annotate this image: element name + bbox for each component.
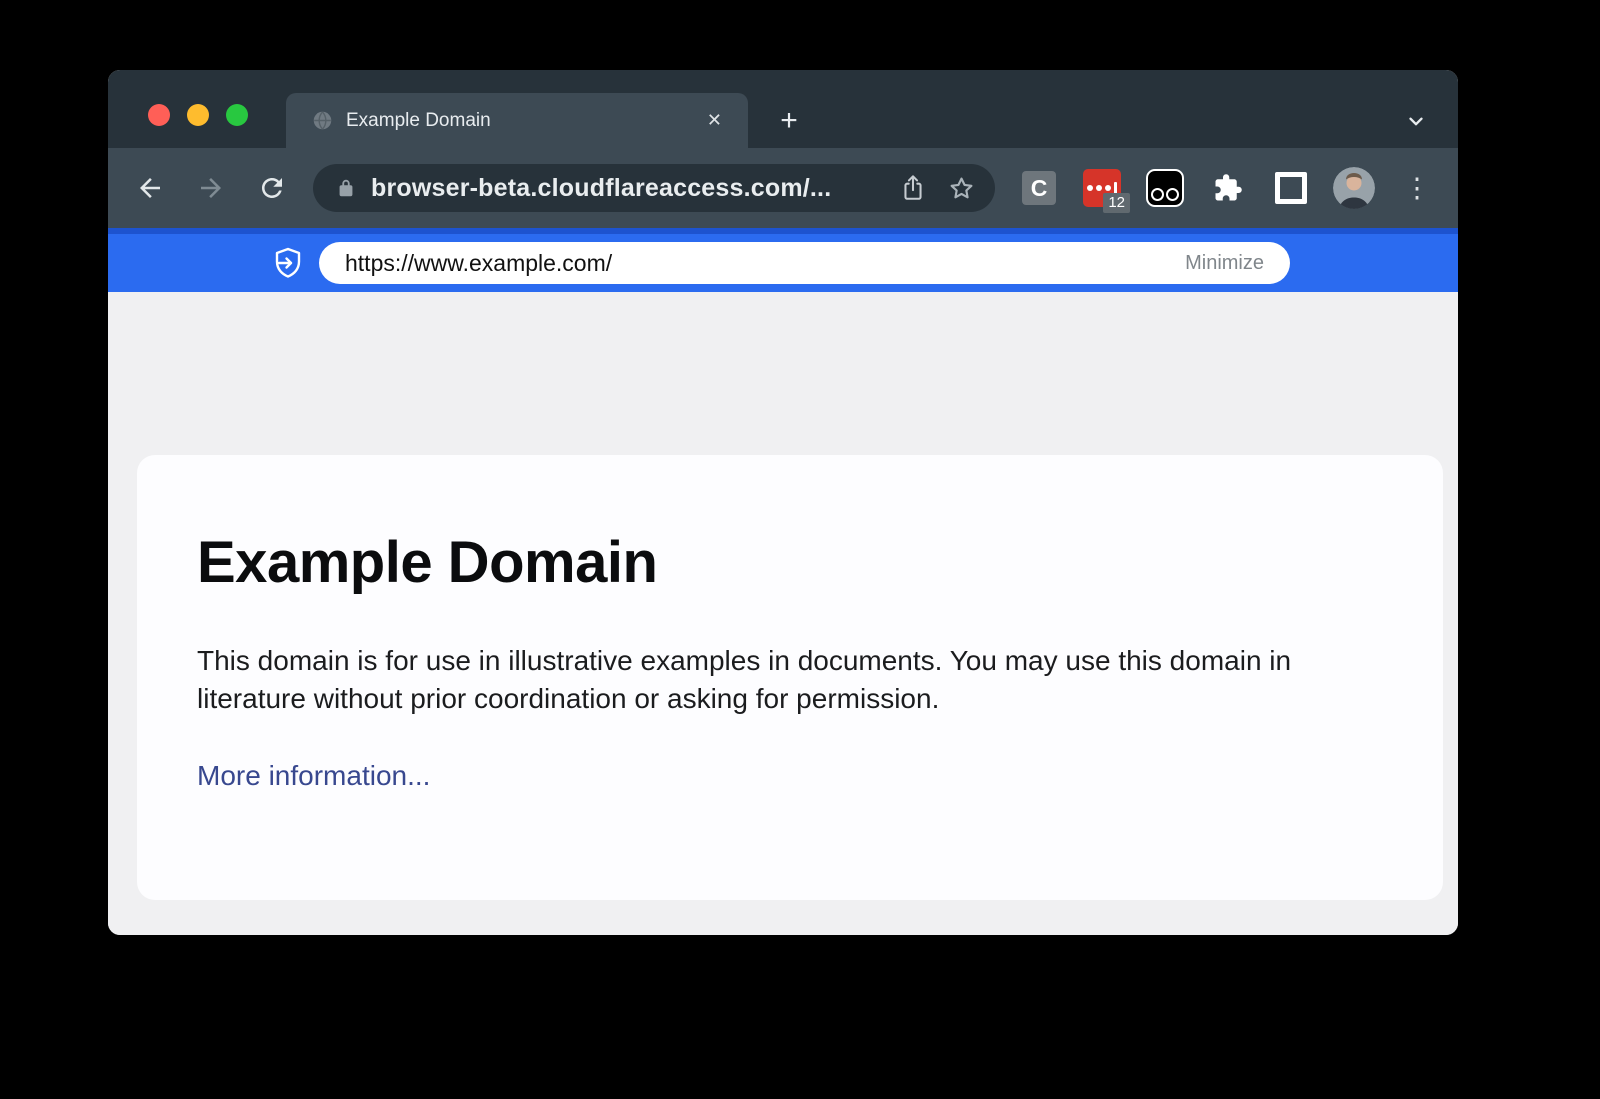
browser-menu-icon[interactable]: ⋮ — [1395, 166, 1439, 210]
browser-toolbar: browser-beta.cloudflareaccess.com/... C … — [108, 148, 1458, 228]
browser-window: Example Domain ✕ + browser-beta.cloudfla… — [108, 70, 1458, 935]
extension-binoculars-icon[interactable] — [1143, 166, 1187, 210]
profile-avatar[interactable] — [1332, 166, 1376, 210]
extension-badge-count: 12 — [1103, 193, 1130, 213]
page-title: Example Domain — [197, 529, 1353, 596]
zoom-window-button[interactable] — [226, 104, 248, 126]
tab-close-icon[interactable]: ✕ — [703, 106, 726, 135]
extensions-row: C 12 — [1017, 166, 1439, 210]
extension-c-icon[interactable]: C — [1017, 166, 1061, 210]
isolated-address-field[interactable]: Minimize — [319, 242, 1290, 284]
address-bar[interactable]: browser-beta.cloudflareaccess.com/... — [313, 164, 995, 212]
isolated-url-input[interactable] — [345, 250, 1181, 277]
extension-lastpass-icon[interactable]: 12 — [1080, 166, 1124, 210]
isolation-url-bar: Minimize — [108, 228, 1458, 292]
extensions-puzzle-icon[interactable] — [1206, 166, 1250, 210]
close-window-button[interactable] — [148, 104, 170, 126]
back-icon[interactable] — [128, 166, 172, 210]
address-bar-url[interactable]: browser-beta.cloudflareaccess.com/... — [371, 174, 878, 203]
shield-arrow-icon — [274, 247, 302, 279]
tab-example-domain[interactable]: Example Domain ✕ — [286, 93, 748, 148]
lock-icon[interactable] — [335, 177, 357, 199]
tab-strip: Example Domain ✕ + — [108, 70, 1458, 148]
side-panel-icon[interactable] — [1269, 166, 1313, 210]
page-viewport: Example Domain This domain is for use in… — [108, 292, 1458, 935]
tab-title: Example Domain — [346, 110, 703, 132]
more-information-link[interactable]: More information... — [197, 760, 430, 792]
reload-icon[interactable] — [250, 166, 294, 210]
page-paragraph: This domain is for use in illustrative e… — [197, 642, 1352, 718]
globe-favicon-icon — [312, 110, 333, 131]
forward-icon[interactable] — [189, 166, 233, 210]
window-controls — [148, 104, 248, 126]
tab-search-chevron-icon[interactable] — [1398, 103, 1434, 139]
minimize-window-button[interactable] — [187, 104, 209, 126]
new-tab-button[interactable]: + — [770, 102, 808, 140]
bookmark-star-icon[interactable] — [948, 175, 975, 202]
share-icon[interactable] — [900, 174, 926, 202]
minimize-button[interactable]: Minimize — [1181, 252, 1268, 275]
example-domain-card: Example Domain This domain is for use in… — [137, 455, 1443, 900]
